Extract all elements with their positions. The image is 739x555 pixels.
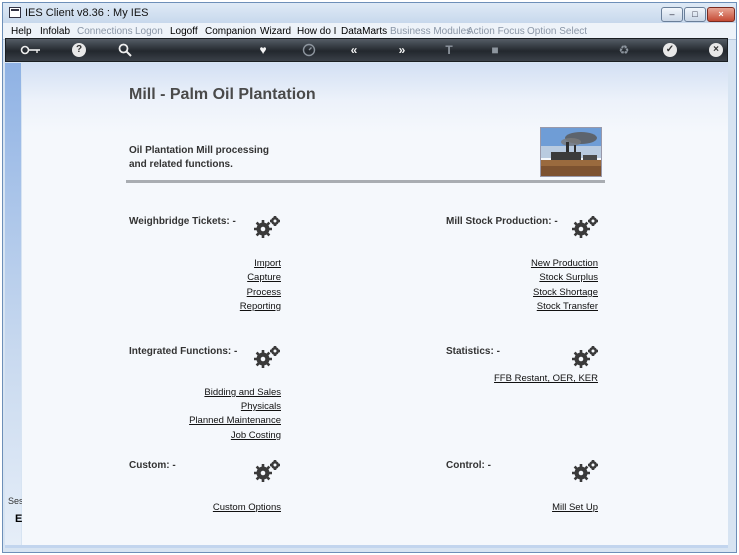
forward-icon[interactable]: » [395,43,409,57]
page-intro: Oil Plantation Mill processing and relat… [129,144,269,172]
toolbar: ? ♥ « » T ■ ♻ ✓ × [5,38,728,62]
header-divider [126,180,605,183]
intro-line-1: Oil Plantation Mill processing [129,145,270,156]
title-bar: IES Client v8.36 : My IES – □ × [3,3,736,23]
menu-logon[interactable]: Logon [135,26,163,37]
menu-infolab[interactable]: Infolab [40,26,70,37]
back-icon[interactable]: « [347,43,361,57]
page-title: Mill - Palm Oil Plantation [129,86,316,103]
link-ffb-restant[interactable]: FFB Restant, OER, KER [494,373,598,384]
link-process[interactable]: Process [247,287,281,298]
close-icon[interactable]: × [709,43,723,57]
menu-wizard[interactable]: Wizard [260,26,291,37]
key-icon[interactable] [20,43,42,57]
close-window-button[interactable]: × [707,7,735,22]
heart-icon[interactable]: ♥ [256,43,270,57]
recycle-icon[interactable]: ♻ [617,43,631,57]
gear-icon[interactable] [254,460,282,482]
weighbridge-section-title: Weighbridge Tickets: - [129,216,236,227]
menu-connections[interactable]: Connections [77,26,133,37]
menu-how-do-i[interactable]: How do I [297,26,336,37]
search-icon[interactable] [118,43,132,57]
help-icon[interactable]: ? [72,43,86,57]
control-section-title: Control: - [446,460,491,471]
link-stock-transfer[interactable]: Stock Transfer [537,301,598,312]
text-icon[interactable]: T [442,43,456,57]
link-import[interactable]: Import [254,258,281,269]
intro-line-2: and related functions. [129,159,233,170]
mill-stock-section-title: Mill Stock Production: - [446,216,558,227]
menu-logoff[interactable]: Logoff [170,26,198,37]
gear-icon[interactable] [572,216,600,238]
minimize-button[interactable]: – [661,7,683,22]
link-capture[interactable]: Capture [247,272,281,283]
mill-image [540,127,602,177]
maximize-button[interactable]: □ [684,7,706,22]
check-icon[interactable]: ✓ [663,43,677,57]
menu-help[interactable]: Help [11,26,32,37]
link-mill-set-up[interactable]: Mill Set Up [552,502,598,513]
app-icon [9,7,21,18]
custom-section-title: Custom: - [129,460,176,471]
link-stock-surplus[interactable]: Stock Surplus [539,272,598,283]
menu-action-focus[interactable]: Action Focus [467,26,525,37]
link-bidding-and-sales[interactable]: Bidding and Sales [204,387,281,398]
clock-icon[interactable] [302,43,316,57]
link-reporting[interactable]: Reporting [240,301,281,312]
status-strip [5,545,728,548]
link-new-production[interactable]: New Production [531,258,598,269]
menu-companion[interactable]: Companion [205,26,256,37]
window-title: IES Client v8.36 : My IES [25,7,149,19]
integrated-section-title: Integrated Functions: - [129,346,238,357]
link-job-costing[interactable]: Job Costing [231,430,281,441]
menu-option-select[interactable]: Option Select [527,26,587,37]
session-panel [5,63,21,545]
content-panel [22,63,728,545]
stop-icon[interactable]: ■ [488,43,502,57]
menu-datamarts[interactable]: DataMarts [341,26,387,37]
gear-icon[interactable] [254,346,282,368]
menu-business-modules[interactable]: Business Modules [390,26,471,37]
gear-icon[interactable] [572,460,600,482]
link-custom-options[interactable]: Custom Options [213,502,281,513]
session-panel-background [5,63,21,545]
link-physicals[interactable]: Physicals [241,401,281,412]
statistics-section-title: Statistics: - [446,346,500,357]
link-stock-shortage[interactable]: Stock Shortage [533,287,598,298]
gear-icon[interactable] [254,216,282,238]
link-planned-maintenance[interactable]: Planned Maintenance [189,415,281,426]
gear-icon[interactable] [572,346,600,368]
